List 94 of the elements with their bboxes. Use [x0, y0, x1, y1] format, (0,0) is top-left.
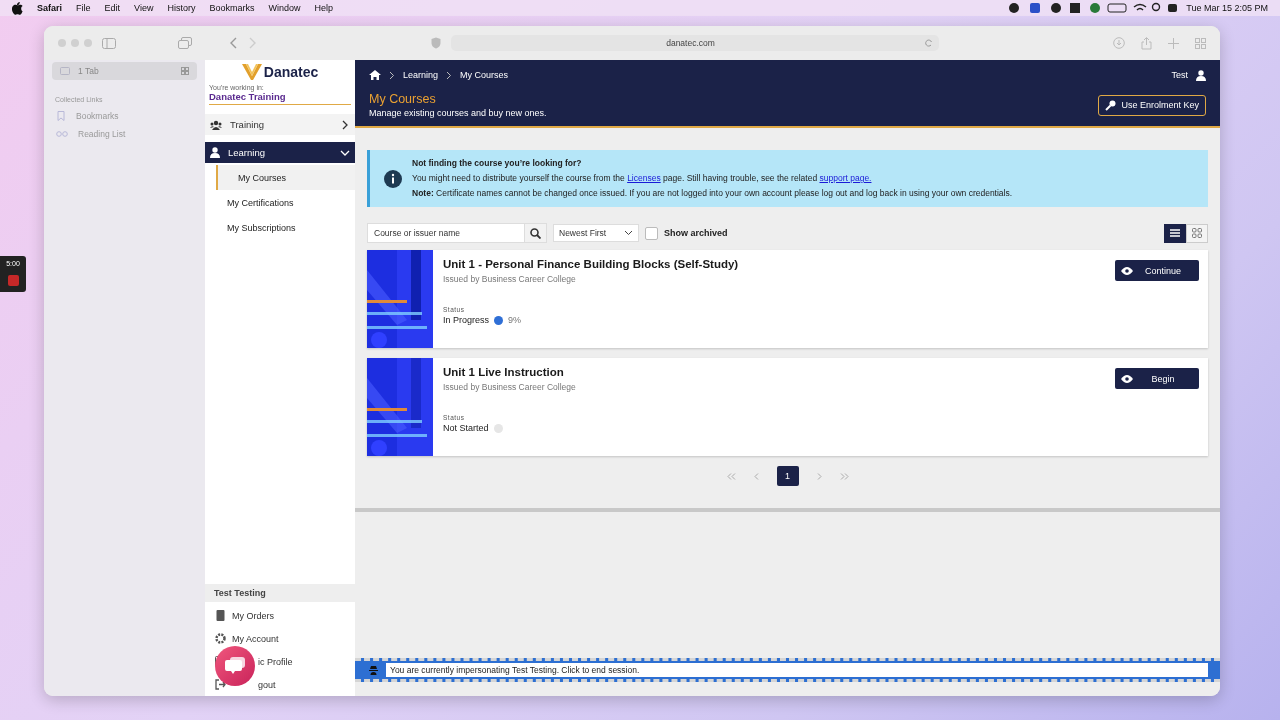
status-icons[interactable] [1008, 2, 1179, 14]
sort-dropdown[interactable]: Newest First [553, 224, 639, 242]
breadcrumb-link[interactable]: My Courses [460, 70, 509, 80]
menu-item[interactable]: View [134, 3, 154, 13]
new-tab-group-icon[interactable] [178, 37, 192, 49]
spy-icon [369, 665, 378, 675]
apple-icon[interactable] [12, 1, 23, 15]
menu-item[interactable]: Window [268, 3, 301, 13]
address-bar[interactable]: danatec.com [450, 35, 939, 51]
menu-item[interactable]: File [76, 3, 91, 13]
notice-link[interactable]: support page. [819, 173, 872, 183]
menu-item[interactable]: History [167, 3, 196, 13]
home-icon[interactable] [369, 70, 381, 80]
enrolment-key-button[interactable]: Use Enrolment Key [1098, 94, 1206, 116]
eye-icon [1121, 374, 1133, 383]
stop-icon[interactable] [7, 275, 19, 286]
shield-icon[interactable] [430, 37, 441, 49]
menu-item[interactable]: Edit [104, 3, 121, 13]
tab-group-label: 1 Tab [78, 66, 99, 76]
list-view-button[interactable] [1164, 223, 1186, 243]
gear-icon [215, 633, 226, 644]
archived-checkbox[interactable] [645, 226, 658, 240]
user-menu-item[interactable]: My Orders [205, 604, 355, 627]
progress-percent: 9% [508, 315, 522, 325]
info-icon [384, 169, 402, 188]
notice-title: Not finding the course you’re looking for? [412, 157, 583, 170]
bookmark-icon[interactable] [56, 111, 66, 121]
plus-icon[interactable] [1168, 37, 1179, 49]
page-button[interactable]: 1 [776, 466, 799, 486]
checkbox-label: Show archived [664, 228, 728, 238]
app-menu[interactable]: Safari [37, 3, 62, 13]
page-title: My Courses [369, 92, 437, 106]
course-title[interactable]: Unit 1 - Personal Finance Building Blocks (Self-Study) [443, 258, 1105, 270]
course-issuer: Issued by Business Career College [443, 274, 577, 284]
nav-subitem[interactable]: My Certifications [205, 190, 355, 215]
grid-icon[interactable] [181, 67, 189, 75]
logo-icon [241, 64, 262, 80]
notice-text: You might need to distribute yourself the course from the Licenses page. Still having trouble, see the related support page. [412, 172, 873, 185]
menu-clock: Tue Mar 15 2:05 PM [1186, 3, 1268, 13]
breadcrumb-link[interactable]: Learning [403, 70, 439, 80]
caret-icon [624, 230, 633, 236]
logout-icon [215, 679, 226, 690]
course-issuer: Issued by Business Career College [443, 382, 577, 392]
search-field[interactable]: Course or issuer name [367, 223, 525, 243]
share-icon[interactable] [1141, 36, 1152, 50]
search-button[interactable] [525, 223, 547, 243]
nav-subitem[interactable]: My Courses [216, 165, 355, 190]
brand-name: Danatec [263, 64, 319, 80]
users-icon [210, 119, 222, 130]
nav-item[interactable]: Training [205, 114, 355, 135]
user-heading: Test Testing [205, 584, 355, 602]
document-icon [215, 610, 226, 621]
menu-item[interactable]: Bookmarks [209, 3, 255, 13]
glasses-icon[interactable] [56, 129, 68, 139]
grid-icon [1192, 228, 1202, 238]
notice-note: Note: Certificate names cannot be changed once issued. If you are not logged into your own account please log out and log back in using your own credentials. [412, 187, 1013, 200]
reload-icon[interactable] [924, 39, 933, 47]
course-action-button[interactable]: Continue [1115, 260, 1199, 281]
user-menu-item[interactable]: gout [205, 673, 355, 696]
tab-overview-icon[interactable] [1195, 37, 1206, 49]
status-text: Not Started [443, 423, 489, 433]
user-menu-item[interactable]: My Account [205, 627, 355, 650]
list-icon [1170, 229, 1180, 237]
forward-icon[interactable] [248, 37, 256, 49]
chevron-right-icon [340, 119, 350, 130]
menu-item[interactable]: Help [314, 3, 333, 13]
course-title[interactable]: Unit 1 Live Instruction [443, 366, 1105, 378]
search-icon[interactable] [530, 227, 541, 239]
impersonation-bar[interactable]: You are currently impersonating Test Testing. Click to end session. [355, 658, 1220, 682]
previous-page-icon[interactable] [753, 472, 759, 480]
last-page-icon[interactable] [839, 472, 849, 480]
download-icon[interactable] [1113, 37, 1125, 49]
notice-link[interactable]: Licenses [627, 173, 661, 183]
chevron-right-icon [389, 70, 395, 80]
nav-item[interactable]: Learning [205, 142, 355, 163]
back-icon[interactable] [230, 37, 238, 49]
key-icon [1105, 99, 1117, 111]
next-page-icon[interactable] [816, 472, 822, 480]
page-subtitle: Manage existing courses and buy new ones. [369, 108, 547, 118]
status-text: In Progress [443, 315, 490, 325]
eye-icon [1121, 266, 1133, 275]
user-icon[interactable] [1196, 69, 1206, 81]
nav-subitem[interactable]: My Subscriptions [205, 215, 355, 240]
first-page-icon[interactable] [726, 472, 736, 480]
chat-icon [225, 657, 245, 675]
user-name[interactable]: Test [1171, 70, 1188, 80]
context-name[interactable]: Danatec Training [209, 91, 351, 105]
chat-button[interactable] [215, 646, 255, 686]
user-icon [210, 147, 220, 158]
sidebar-icon[interactable] [102, 37, 116, 49]
chevron-right-icon [446, 70, 453, 80]
tab-icon [60, 67, 70, 75]
window-controls-icon[interactable] [58, 39, 92, 47]
course-action-button[interactable]: Begin [1115, 368, 1199, 389]
